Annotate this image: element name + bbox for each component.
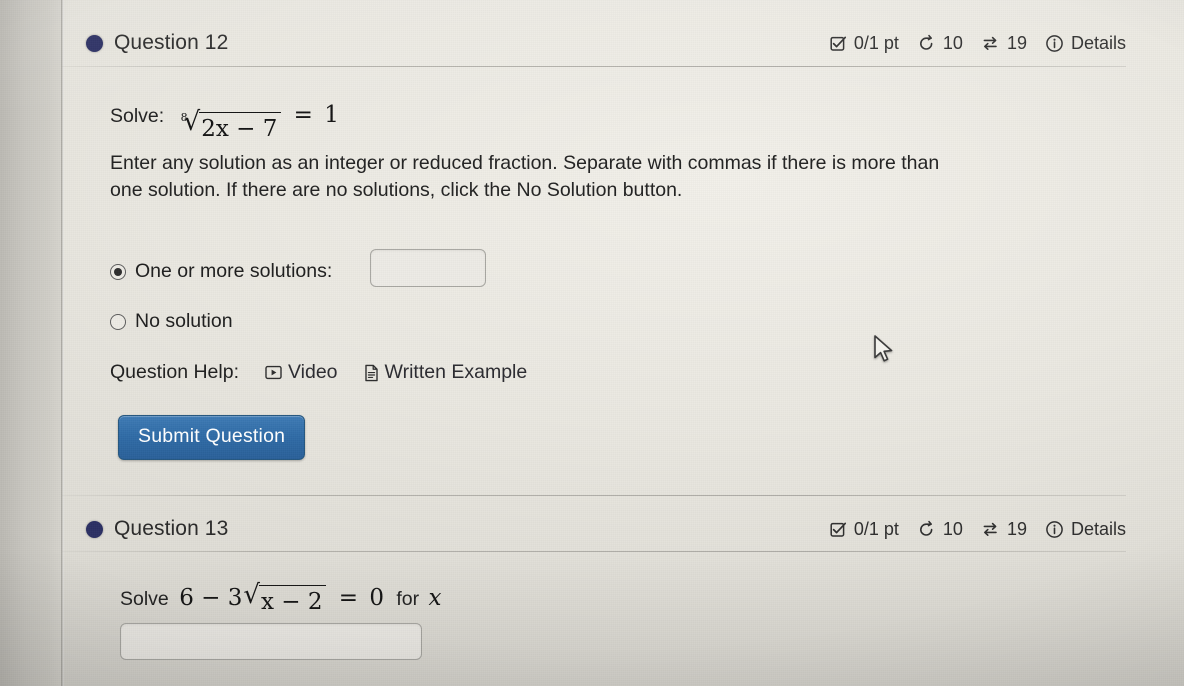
question-help-label: Question Help: [110,361,239,383]
choice-one-or-more-solutions[interactable]: One or more solutions: [110,260,332,283]
question-12-instructions: Enter any solution as an integer or redu… [110,150,1120,203]
checked-checkbox-icon [830,521,847,538]
question-12-header-divider [62,66,1126,67]
question-13-prompt-suffix: for [396,588,420,610]
swap-arrows-icon [981,520,1000,539]
written-example-link[interactable]: Written Example [364,361,528,384]
equation-left-hand-side: 6 − 3 [179,585,243,611]
assignment-page: Question 12 0/1 pt 10 19 Details Solve: … [62,0,1184,686]
question-12-prompt: Solve: 8 √ 2x − 7 = 1 [110,100,339,146]
radicand: 2x − 7 [199,112,282,145]
question-13-attempts: 10 [942,518,963,539]
radicand: x − 2 [258,585,327,618]
submit-question-button[interactable]: Submit Question [118,415,306,460]
question-12-equation: 8 √ 2x − 7 = 1 [176,102,339,142]
solutions-input[interactable] [370,249,486,287]
retry-circular-arrow-icon [917,520,936,539]
left-page-bezel [0,0,62,686]
equals-sign: = [338,585,359,611]
choice-no-solution[interactable]: No solution [110,310,233,333]
instructions-line-1: Enter any solution as an integer or redu… [110,152,940,174]
video-play-icon [265,365,282,380]
checked-checkbox-icon [830,35,847,52]
instructions-line-2: one solution. If there are no solutions,… [110,178,683,201]
question-13-score: 0/1 pt [853,518,899,539]
question-12-header: Question 12 0/1 pt 10 19 Details [62,22,1126,64]
equals-sign: = [293,102,313,128]
question-12-prompt-label: Solve: [110,105,165,127]
question-13-versions: 19 [1006,518,1027,539]
video-help-label: Video [288,361,338,383]
question-12-help-row: Question Help: Video Written Example [110,361,527,384]
question-12-versions: 19 [1006,32,1027,53]
radio-no-solution[interactable] [110,313,126,330]
question-13-header: Question 13 0/1 pt 10 19 Details [62,508,1126,550]
question-13-meta: 0/1 pt 10 19 Details [830,519,1126,540]
question-12-details-link[interactable]: Details [1071,33,1126,54]
question-12-status-bullet-icon [86,34,103,52]
question-13-details-link[interactable]: Details [1071,519,1126,540]
right-hand-side: 0 [369,585,384,611]
video-help-link[interactable]: Video [265,361,338,384]
question-12-attempts: 10 [942,32,963,53]
radical-sign-icon: √ [183,107,201,137]
info-circle-icon[interactable] [1045,34,1064,53]
question-13-prompt: Solve 6 − 3 √ x − 2 = 0 for x [120,582,442,619]
question-13-top-divider [62,495,1126,496]
choice-no-solution-label: No solution [135,310,233,332]
question-12-title: Question 12 [114,31,229,54]
radical-sign-icon: √ [243,580,260,610]
right-hand-side: 1 [324,102,339,128]
choice-one-or-more-solutions-label: One or more solutions: [135,260,333,282]
retry-circular-arrow-icon [917,34,936,53]
document-icon [364,364,379,382]
question-13-title: Question 13 [114,517,229,540]
written-example-label: Written Example [384,361,528,383]
question-13-status-bullet-icon [86,520,103,538]
question-13-header-divider [62,551,1126,552]
question-12-score: 0/1 pt [853,32,899,53]
question-13-variable: x [428,585,442,611]
radio-one-or-more-solutions[interactable] [110,263,126,280]
question-13-answer-input[interactable] [120,623,422,660]
question-13-equation: 6 − 3 √ x − 2 = 0 [179,582,391,615]
info-circle-icon[interactable] [1045,520,1064,539]
question-13-prompt-prefix: Solve [120,588,169,610]
question-12-meta: 0/1 pt 10 19 Details [830,33,1126,54]
swap-arrows-icon [981,34,1000,53]
radical-expression: √ x − 2 [243,580,327,619]
radical-expression: 8 √ 2x − 7 [177,107,282,146]
